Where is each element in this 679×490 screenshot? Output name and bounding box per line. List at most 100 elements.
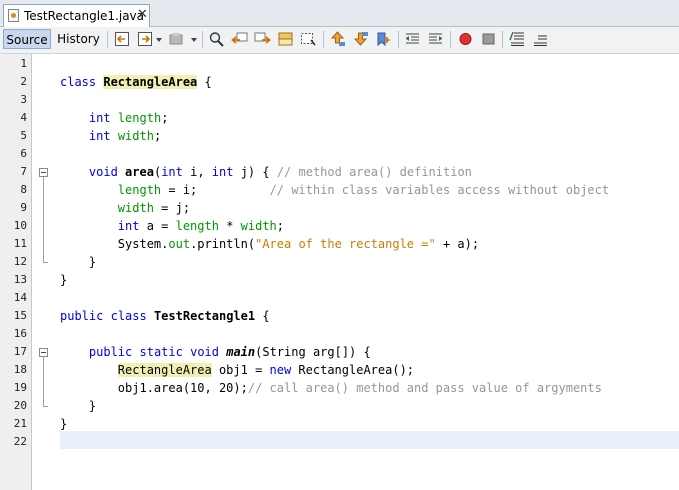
toggle-bookmark-icon[interactable] [375,31,392,47]
line-number: 17 [13,345,27,358]
java-file-icon [8,9,19,22]
code-line[interactable]: RectangleArea obj1 = new RectangleArea()… [60,361,414,379]
code-line[interactable]: public static void main(String arg[]) { [60,343,371,361]
uncomment-icon[interactable] [532,31,549,47]
code-line[interactable]: int width; [60,127,161,145]
last-edit-dropdown-icon[interactable] [191,38,197,42]
file-tab[interactable]: TestRectangle1.java ✕ [3,4,150,27]
previous-bookmark-icon[interactable] [329,31,346,47]
fold-guide-line [43,177,44,262]
code-keyword: class [110,309,147,323]
history-tab[interactable]: History [55,29,102,49]
line-number: 5 [20,129,27,142]
toolbar-separator [398,31,399,48]
code-text: RectangleArea(); [291,363,415,377]
code-keyword: void [88,165,118,179]
find-previous-icon[interactable] [231,31,248,47]
current-line-highlight [60,431,679,449]
toolbar-separator [323,31,324,48]
code-string: "Area of the rectangle =" [255,237,436,251]
code-text: = i; [161,183,270,197]
find-selection-icon[interactable] [300,31,317,47]
code-editor[interactable]: 1 2 3 4 5 6 7 8 9 10 11 12 13 14 15 16 17 18 19 20 21 22 clas… [0,54,679,490]
code-line[interactable]: } [60,415,67,433]
line-number: 13 [13,273,27,286]
close-tab-icon[interactable]: ✕ [137,7,148,22]
last-edit-icon[interactable] [168,31,185,47]
code-line[interactable]: int length; [60,109,169,127]
code-line[interactable]: width = j; [60,199,190,217]
line-number: 22 [13,435,27,448]
code-line[interactable]: } [60,397,96,415]
line-number: 8 [20,183,27,196]
code-line[interactable]: void area(int i, int j) { // method area… [60,163,472,181]
code-keyword: new [269,363,292,377]
code-field: width [117,201,154,215]
stop-macro-icon[interactable] [480,31,497,47]
fold-collapse-icon[interactable] [39,348,48,357]
code-text: + a); [435,237,480,251]
line-number: 9 [20,201,27,214]
code-line[interactable]: length = i; // within class variables ac… [60,181,609,199]
line-number: 14 [13,291,27,304]
fold-collapse-icon[interactable] [39,168,48,177]
code-line[interactable]: obj1.area(10, 20);// call area() method … [60,379,602,397]
code-text: } [60,417,68,431]
line-number: 4 [20,111,27,124]
code-highlighted-identifier: RectangleArea [117,363,212,377]
code-field: width [117,129,154,143]
code-text: } [60,273,68,287]
code-line[interactable]: } [60,271,67,289]
code-comment: // method area() definition [276,165,472,179]
code-line[interactable]: System.out.println("Area of the rectangl… [60,235,479,253]
code-text: = j; [153,201,191,215]
shift-right-icon[interactable] [427,31,444,47]
code-line[interactable]: class RectangleArea { [60,73,212,91]
code-text: a = [139,219,176,233]
toolbar-separator [107,31,108,48]
line-number: 1 [20,57,27,70]
line-number: 21 [13,417,27,430]
code-text: System. [117,237,169,251]
code-field: length [175,219,219,233]
code-field: length [117,111,162,125]
code-method-name: area [125,165,154,179]
find-next-icon[interactable] [254,31,271,47]
forward-dropdown-icon[interactable] [156,38,162,42]
toolbar-separator [202,31,203,48]
toolbar-separator [450,31,451,48]
toggle-highlight-icon[interactable] [277,31,294,47]
back-icon[interactable] [114,31,131,47]
code-keyword: int [88,129,111,143]
forward-icon[interactable] [137,31,154,47]
next-bookmark-icon[interactable] [352,31,369,47]
find-icon[interactable] [208,31,225,47]
start-macro-icon[interactable] [457,31,474,47]
code-keyword: public [88,345,133,359]
code-line[interactable]: } [60,253,96,271]
code-text: { [197,75,212,89]
line-number: 20 [13,399,27,412]
line-number: 3 [20,93,27,106]
code-text: } [88,399,97,413]
code-line[interactable]: public class TestRectangle1 { [60,307,270,325]
code-keyword: int [88,111,111,125]
line-number: 12 [13,255,27,268]
code-text: obj1 = [211,363,270,377]
comment-icon[interactable] [509,31,526,47]
code-keyword: void [190,345,219,359]
code-field: out [168,237,191,251]
source-tab[interactable]: Source [3,29,51,49]
code-line[interactable]: int a = length * width; [60,217,284,235]
line-number: 6 [20,147,27,160]
line-number: 18 [13,363,27,376]
code-text: } [88,255,97,269]
code-keyword: int [211,165,234,179]
shift-left-icon[interactable] [404,31,421,47]
